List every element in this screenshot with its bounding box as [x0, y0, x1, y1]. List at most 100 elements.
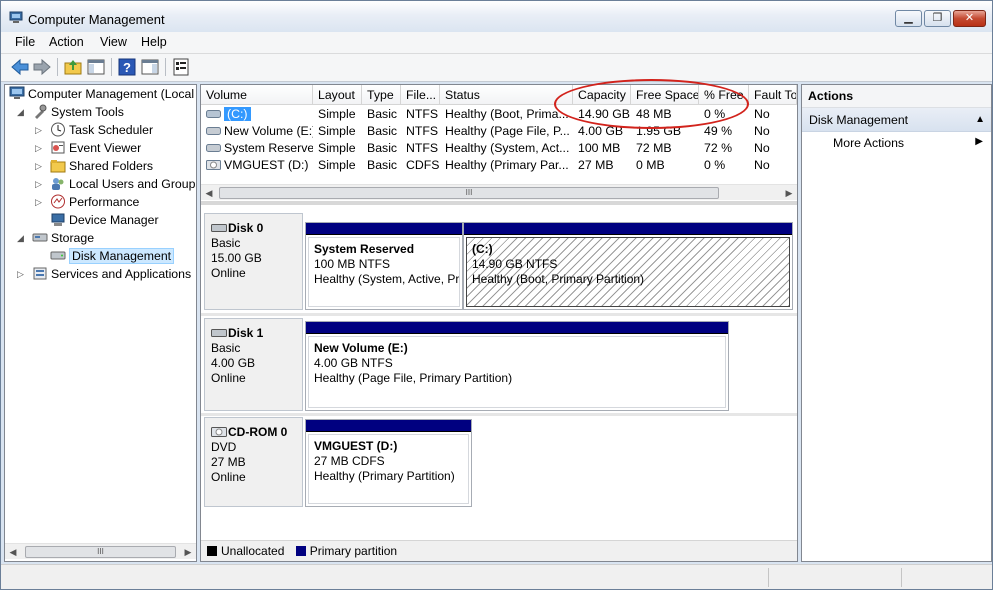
disk-type: Basic	[211, 341, 241, 355]
toolbar: ?	[1, 54, 992, 82]
tree-item-task-scheduler[interactable]: ▷ Task Scheduler	[35, 121, 153, 139]
tree-item-local-users-and-groups[interactable]: ▷ Local Users and Groups	[35, 175, 196, 193]
disk-state: Online	[211, 371, 246, 385]
column-header-fault-tolerance[interactable]: Fault To	[749, 85, 797, 105]
cdrom-0-info[interactable]: CD-ROM 0 DVD 27 MB Online	[204, 417, 303, 507]
tree-label: Event Viewer	[69, 141, 142, 155]
legend-primary-partition: Primary partition	[309, 544, 398, 558]
restore-button[interactable]: ❐	[924, 10, 951, 27]
expand-icon[interactable]: ▷	[35, 121, 42, 139]
up-folder-icon[interactable]	[63, 57, 83, 77]
percent-free-cell: 0 %	[704, 158, 726, 172]
show-hide-tree-icon[interactable]	[86, 57, 106, 77]
tree-horizontal-scrollbar[interactable]: ◀ III ▶	[5, 543, 196, 559]
minimize-button[interactable]: ▁	[895, 10, 922, 27]
partition-size: 100 MB NTFS	[314, 257, 391, 271]
type-cell: Basic	[367, 107, 398, 121]
show-hide-action-pane-icon[interactable]	[140, 57, 160, 77]
title-bar[interactable]: Computer Management ▁ ❐ ✕	[1, 1, 992, 32]
actions-pane: Actions Disk Management ▲ More Actions ▶	[801, 84, 992, 562]
column-header-status[interactable]: Status	[440, 85, 573, 105]
tree-item-performance[interactable]: ▷ Performance	[35, 193, 139, 211]
drive-icon	[206, 109, 221, 118]
event-viewer-icon	[51, 141, 65, 154]
tree-item-event-viewer[interactable]: ▷ Event Viewer	[35, 139, 141, 157]
drive-icon	[206, 126, 221, 135]
expand-icon[interactable]: ▷	[17, 265, 24, 283]
submenu-arrow-icon[interactable]: ▶	[975, 136, 983, 147]
scroll-right-icon[interactable]: ▶	[180, 544, 196, 560]
properties-icon[interactable]	[171, 57, 191, 77]
help-icon[interactable]: ?	[117, 57, 137, 77]
menu-file[interactable]: File	[15, 35, 35, 49]
tree-item-disk-management[interactable]: Disk Management	[35, 247, 175, 265]
expand-icon[interactable]: ▷	[35, 193, 42, 211]
menu-bar: File Action View Help	[1, 32, 992, 54]
percent-free-cell: 72 %	[704, 141, 733, 155]
tree-item-services-and-applications[interactable]: ▷ Services and Applications	[17, 265, 191, 283]
close-button[interactable]: ✕	[953, 10, 986, 27]
expand-icon[interactable]: ▷	[35, 139, 42, 157]
menu-view[interactable]: View	[100, 35, 127, 49]
partition-name: New Volume (E:)	[314, 341, 408, 355]
scroll-left-icon[interactable]: ◀	[5, 544, 21, 560]
partition-name: (C:)	[472, 242, 493, 256]
scroll-right-icon[interactable]: ▶	[781, 185, 797, 201]
collapse-icon[interactable]: ◢	[17, 229, 24, 247]
disk-state: Online	[211, 470, 246, 484]
disk-state: Online	[211, 266, 246, 280]
menu-action[interactable]: Action	[49, 35, 84, 49]
layout-cell: Simple	[318, 158, 356, 172]
expand-icon[interactable]: ▷	[35, 157, 42, 175]
partition-c[interactable]: (C:) 14.90 GB NTFS Healthy (Boot, Primar…	[463, 222, 793, 310]
disk-0-info[interactable]: Disk 0 Basic 15.00 GB Online	[204, 213, 303, 310]
disk-1-info[interactable]: Disk 1 Basic 4.00 GB Online	[204, 318, 303, 411]
partition-size: 4.00 GB NTFS	[314, 356, 393, 370]
scrollbar-thumb[interactable]: III	[25, 546, 176, 558]
performance-icon	[51, 194, 65, 209]
tree-label: Disk Management	[69, 248, 175, 264]
primary-partition-bar	[464, 223, 792, 235]
menu-help[interactable]: Help	[141, 35, 167, 49]
cdrom-icon	[206, 159, 221, 170]
collapse-icon[interactable]: ◢	[17, 103, 24, 121]
status-segment	[768, 568, 769, 587]
volume-cell: System Reserved	[201, 140, 313, 157]
status-segment	[901, 568, 902, 587]
column-header-volume[interactable]: Volume	[201, 85, 313, 105]
scrollbar-thumb[interactable]: III	[219, 187, 719, 199]
tree-item-storage[interactable]: ◢ Storage	[17, 229, 94, 247]
tree-label: Storage	[51, 231, 95, 245]
disk-size: 27 MB	[211, 455, 246, 469]
tree-item-computer-management[interactable]: Computer Management (Local	[9, 85, 194, 103]
filesystem-cell: NTFS	[406, 124, 439, 138]
column-header-layout[interactable]: Layout	[313, 85, 362, 105]
disk-name: Disk 1	[228, 326, 264, 340]
column-header-filesystem[interactable]: File...	[401, 85, 440, 105]
back-icon[interactable]	[10, 57, 30, 77]
partition-legend: Unallocated Primary partition	[201, 540, 797, 561]
tree-item-system-tools[interactable]: ◢ System Tools	[17, 103, 124, 121]
tree-item-shared-folders[interactable]: ▷ Shared Folders	[35, 157, 153, 175]
fault-tolerance-cell: No	[754, 124, 770, 138]
computer-management-icon	[9, 11, 23, 23]
partition-new-volume-e[interactable]: New Volume (E:) 4.00 GB NTFS Healthy (Pa…	[305, 321, 729, 411]
collapse-up-icon[interactable]: ▲	[975, 108, 985, 132]
type-cell: Basic	[367, 141, 398, 155]
free-space-cell: 72 MB	[636, 141, 672, 155]
scroll-left-icon[interactable]: ◀	[201, 185, 217, 201]
type-cell: Basic	[367, 124, 398, 138]
partition-system-reserved[interactable]: System Reserved 100 MB NTFS Healthy (Sys…	[305, 222, 463, 310]
tree-item-device-manager[interactable]: Device Manager	[35, 211, 159, 229]
expand-icon[interactable]: ▷	[35, 175, 42, 193]
column-header-type[interactable]: Type	[362, 85, 401, 105]
disk-management-pane: Volume Layout Type File... Status Capaci…	[200, 84, 798, 562]
actions-section-disk-management[interactable]: Disk Management ▲	[802, 108, 991, 132]
forward-icon[interactable]	[32, 57, 52, 77]
more-actions-item[interactable]: More Actions	[833, 136, 904, 150]
volume-list-horizontal-scrollbar[interactable]: ◀ III ▶	[201, 184, 797, 200]
partition-name: VMGUEST (D:)	[314, 439, 398, 453]
splitter[interactable]	[201, 201, 797, 205]
services-icon	[33, 267, 47, 280]
partition-vmguest-d[interactable]: VMGUEST (D:) 27 MB CDFS Healthy (Primary…	[305, 419, 472, 507]
